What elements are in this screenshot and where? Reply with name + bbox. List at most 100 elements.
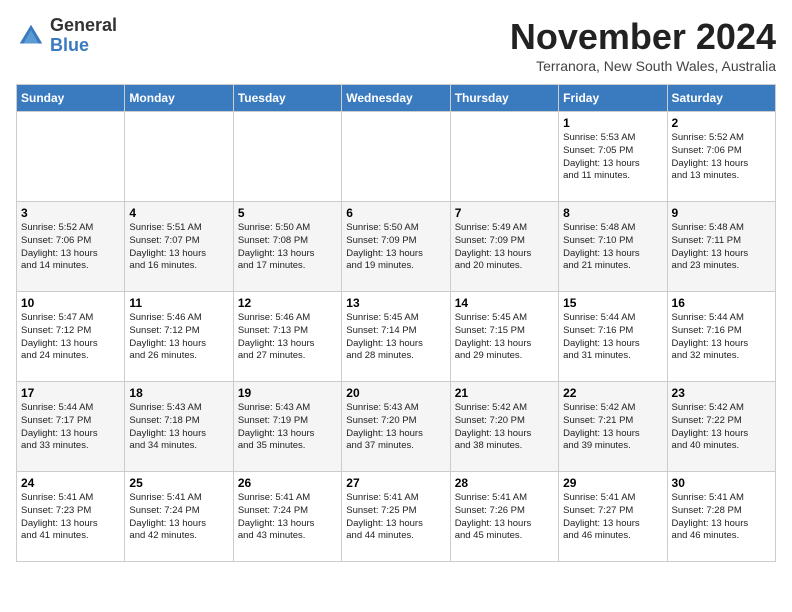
calendar-cell: 12Sunrise: 5:46 AM Sunset: 7:13 PM Dayli… [233, 292, 341, 382]
day-info: Sunrise: 5:43 AM Sunset: 7:20 PM Dayligh… [346, 402, 445, 453]
calendar-cell [17, 112, 125, 202]
day-number: 14 [455, 296, 554, 310]
day-number: 13 [346, 296, 445, 310]
day-number: 10 [21, 296, 120, 310]
week-row-3: 17 Sunrise: 5:44 AM Sunset: 7:17 PM Dayli… [17, 382, 776, 472]
day-info: Sunrise: 5:49 AM Sunset: 7:09 PM Dayligh… [455, 222, 554, 273]
header-friday: Friday [559, 85, 667, 112]
calendar-cell: 29Sunrise: 5:41 AM Sunset: 7:27 PM Dayli… [559, 472, 667, 562]
calendar-cell: 13 Sunrise: 5:45 AM Sunset: 7:14 PM Dayli… [342, 292, 450, 382]
day-info: Sunrise: 5:50 AM Sunset: 7:09 PM Dayligh… [346, 222, 445, 273]
day-number: 8 [563, 206, 662, 220]
week-row-2: 10 Sunrise: 5:47 AM Sunset: 7:12 PM Dayli… [17, 292, 776, 382]
day-info: Sunrise: 5:42 AM Sunset: 7:21 PM Dayligh… [563, 402, 662, 453]
day-info: Sunrise: 5:44 AM Sunset: 7:16 PM Dayligh… [563, 312, 662, 363]
header-tuesday: Tuesday [233, 85, 341, 112]
calendar-cell [450, 112, 558, 202]
logo: General Blue [16, 16, 117, 56]
calendar-cell: 24 Sunrise: 5:41 AM Sunset: 7:23 PM Dayli… [17, 472, 125, 562]
header-thursday: Thursday [450, 85, 558, 112]
day-info: Sunrise: 5:43 AM Sunset: 7:18 PM Dayligh… [129, 402, 228, 453]
day-info: Sunrise: 5:51 AM Sunset: 7:07 PM Dayligh… [129, 222, 228, 273]
day-number: 26 [238, 476, 337, 490]
calendar-cell: 9 Sunrise: 5:48 AM Sunset: 7:11 PM Daylig… [667, 202, 775, 292]
day-info: Sunrise: 5:46 AM Sunset: 7:12 PM Dayligh… [129, 312, 228, 363]
day-info: Sunrise: 5:45 AM Sunset: 7:14 PM Dayligh… [346, 312, 445, 363]
calendar-cell: 20 Sunrise: 5:43 AM Sunset: 7:20 PM Dayli… [342, 382, 450, 472]
day-info: Sunrise: 5:41 AM Sunset: 7:26 PM Dayligh… [455, 492, 554, 543]
day-number: 12 [238, 296, 337, 310]
day-info: Sunrise: 5:41 AM Sunset: 7:25 PM Dayligh… [346, 492, 445, 543]
week-row-1: 3 Sunrise: 5:52 AM Sunset: 7:06 PM Daylig… [17, 202, 776, 292]
calendar-cell: 18 Sunrise: 5:43 AM Sunset: 7:18 PM Dayli… [125, 382, 233, 472]
header-saturday: Saturday [667, 85, 775, 112]
calendar-cell: 30 Sunrise: 5:41 AM Sunset: 7:28 PM Dayli… [667, 472, 775, 562]
day-info: Sunrise: 5:41 AM Sunset: 7:24 PM Dayligh… [129, 492, 228, 543]
day-info: Sunrise: 5:43 AM Sunset: 7:19 PM Dayligh… [238, 402, 337, 453]
day-info: Sunrise: 5:45 AM Sunset: 7:15 PM Dayligh… [455, 312, 554, 363]
calendar-cell: 7Sunrise: 5:49 AM Sunset: 7:09 PM Daylig… [450, 202, 558, 292]
header-wednesday: Wednesday [342, 85, 450, 112]
calendar-cell: 10 Sunrise: 5:47 AM Sunset: 7:12 PM Dayli… [17, 292, 125, 382]
day-info: Sunrise: 5:41 AM Sunset: 7:28 PM Dayligh… [672, 492, 771, 543]
day-number: 17 [21, 386, 120, 400]
calendar-cell: 15 Sunrise: 5:44 AM Sunset: 7:16 PM Dayli… [559, 292, 667, 382]
day-number: 28 [455, 476, 554, 490]
calendar-cell: 2Sunrise: 5:52 AM Sunset: 7:06 PM Daylig… [667, 112, 775, 202]
day-info: Sunrise: 5:53 AM Sunset: 7:05 PM Dayligh… [563, 132, 662, 183]
header: General Blue November 2024 Terranora, Ne… [16, 16, 776, 74]
day-info: Sunrise: 5:48 AM Sunset: 7:11 PM Dayligh… [672, 222, 771, 273]
day-number: 1 [563, 116, 662, 130]
day-info: Sunrise: 5:44 AM Sunset: 7:16 PM Dayligh… [672, 312, 771, 363]
day-info: Sunrise: 5:41 AM Sunset: 7:23 PM Dayligh… [21, 492, 120, 543]
day-number: 24 [21, 476, 120, 490]
day-number: 23 [672, 386, 771, 400]
header-row: SundayMondayTuesdayWednesdayThursdayFrid… [17, 85, 776, 112]
day-number: 9 [672, 206, 771, 220]
day-number: 18 [129, 386, 228, 400]
week-row-4: 24 Sunrise: 5:41 AM Sunset: 7:23 PM Dayli… [17, 472, 776, 562]
day-number: 11 [129, 296, 228, 310]
calendar-cell [233, 112, 341, 202]
location-subtitle: Terranora, New South Wales, Australia [510, 58, 776, 74]
calendar-cell: 26 Sunrise: 5:41 AM Sunset: 7:24 PM Dayli… [233, 472, 341, 562]
day-number: 6 [346, 206, 445, 220]
day-info: Sunrise: 5:52 AM Sunset: 7:06 PM Dayligh… [672, 132, 771, 183]
header-monday: Monday [125, 85, 233, 112]
day-info: Sunrise: 5:52 AM Sunset: 7:06 PM Dayligh… [21, 222, 120, 273]
day-info: Sunrise: 5:48 AM Sunset: 7:10 PM Dayligh… [563, 222, 662, 273]
calendar-cell: 22 Sunrise: 5:42 AM Sunset: 7:21 PM Dayli… [559, 382, 667, 472]
day-number: 20 [346, 386, 445, 400]
calendar-cell: 25 Sunrise: 5:41 AM Sunset: 7:24 PM Dayli… [125, 472, 233, 562]
calendar-body: 1 Sunrise: 5:53 AM Sunset: 7:05 PM Daylig… [17, 112, 776, 562]
header-sunday: Sunday [17, 85, 125, 112]
day-number: 27 [346, 476, 445, 490]
day-number: 15 [563, 296, 662, 310]
day-number: 21 [455, 386, 554, 400]
title-area: November 2024 Terranora, New South Wales… [510, 16, 776, 74]
calendar-cell: 14 Sunrise: 5:45 AM Sunset: 7:15 PM Dayli… [450, 292, 558, 382]
calendar-cell [125, 112, 233, 202]
day-number: 16 [672, 296, 771, 310]
week-row-0: 1 Sunrise: 5:53 AM Sunset: 7:05 PM Daylig… [17, 112, 776, 202]
logo-icon [16, 21, 46, 51]
day-info: Sunrise: 5:44 AM Sunset: 7:17 PM Dayligh… [21, 402, 120, 453]
logo-general-text: General [50, 16, 117, 36]
day-info: Sunrise: 5:47 AM Sunset: 7:12 PM Dayligh… [21, 312, 120, 363]
day-number: 3 [21, 206, 120, 220]
day-number: 22 [563, 386, 662, 400]
calendar-cell: 5Sunrise: 5:50 AM Sunset: 7:08 PM Daylig… [233, 202, 341, 292]
calendar-cell: 17 Sunrise: 5:44 AM Sunset: 7:17 PM Dayli… [17, 382, 125, 472]
month-title: November 2024 [510, 16, 776, 58]
day-info: Sunrise: 5:42 AM Sunset: 7:20 PM Dayligh… [455, 402, 554, 453]
logo-blue-text: Blue [50, 36, 117, 56]
calendar-cell: 4Sunrise: 5:51 AM Sunset: 7:07 PM Daylig… [125, 202, 233, 292]
calendar-cell: 23Sunrise: 5:42 AM Sunset: 7:22 PM Dayli… [667, 382, 775, 472]
day-number: 25 [129, 476, 228, 490]
calendar-cell: 21 Sunrise: 5:42 AM Sunset: 7:20 PM Dayli… [450, 382, 558, 472]
day-info: Sunrise: 5:41 AM Sunset: 7:24 PM Dayligh… [238, 492, 337, 543]
calendar-cell [342, 112, 450, 202]
calendar-header: SundayMondayTuesdayWednesdayThursdayFrid… [17, 85, 776, 112]
day-number: 30 [672, 476, 771, 490]
day-info: Sunrise: 5:50 AM Sunset: 7:08 PM Dayligh… [238, 222, 337, 273]
